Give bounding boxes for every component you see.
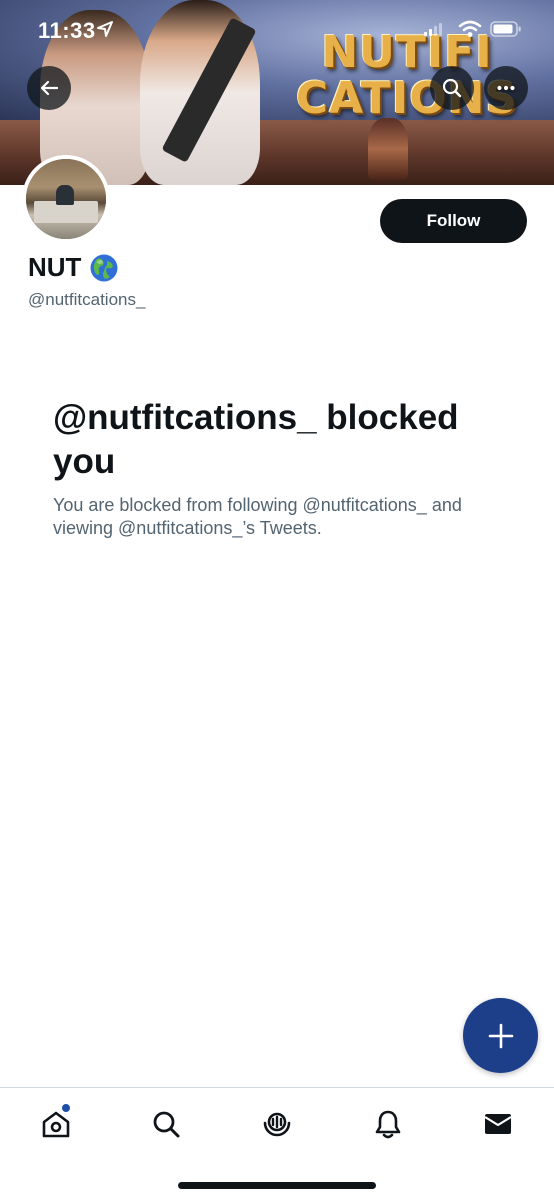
display-name: NUT	[28, 252, 119, 283]
home-indicator	[178, 1182, 376, 1189]
user-handle: @nutfitcations_	[28, 290, 146, 309]
home-notification-dot	[62, 1104, 70, 1112]
status-time: 11:33	[38, 18, 96, 43]
home-icon	[42, 1111, 70, 1138]
search-button[interactable]	[430, 66, 474, 110]
location-arrow-icon	[97, 21, 113, 37]
nav-search[interactable]	[146, 1104, 186, 1144]
nav-notifications[interactable]	[368, 1104, 408, 1144]
wifi-icon	[458, 20, 482, 37]
back-button[interactable]	[27, 66, 71, 110]
search-icon	[442, 78, 462, 98]
banner-figures-small	[368, 118, 408, 180]
battery-icon	[490, 21, 521, 37]
spaces-icon	[263, 1112, 291, 1137]
follow-button[interactable]: Follow	[380, 199, 527, 243]
bell-icon	[375, 1110, 401, 1139]
back-arrow-icon	[40, 80, 59, 96]
status-bar: 11:33	[0, 0, 554, 60]
nav-spaces[interactable]	[257, 1104, 297, 1144]
search-icon	[153, 1111, 180, 1138]
more-options-button[interactable]	[484, 66, 528, 110]
avatar-person	[56, 185, 74, 205]
blocked-title: @nutfitcations_ blocked you	[53, 398, 459, 481]
more-icon	[497, 85, 515, 91]
mail-icon	[484, 1114, 512, 1134]
plus-icon	[488, 1023, 513, 1048]
display-name-text: NUT	[28, 252, 82, 282]
avatar-image	[26, 159, 106, 239]
avatar[interactable]	[22, 155, 110, 243]
nav-messages[interactable]	[478, 1104, 518, 1144]
globe-icon	[90, 254, 118, 281]
blocked-description: You are blocked from following @nutfitca…	[53, 495, 462, 538]
compose-tweet-button[interactable]	[463, 998, 538, 1073]
signal-icon	[424, 23, 442, 36]
nav-home[interactable]	[36, 1104, 76, 1144]
